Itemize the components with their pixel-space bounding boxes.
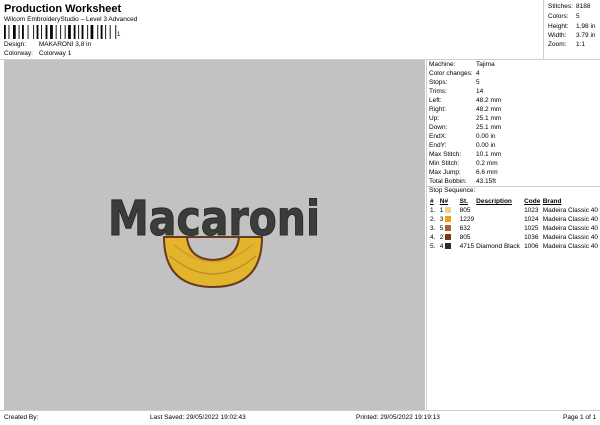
- colorway-label: Colorway:: [4, 50, 33, 57]
- color-swatch: [445, 234, 452, 241]
- printed-date: Printed: 29/05/2022 19:19:13: [356, 414, 440, 421]
- stop-sequence-title: Stop Sequence:: [429, 187, 476, 194]
- info-max-jump: Max Jump: 6.6 mm: [429, 169, 498, 176]
- worksheet-footer: Created By: Last Saved: 29/05/2022 19:02…: [0, 410, 600, 425]
- last-saved: Last Saved: 29/05/2022 19:02:43: [150, 414, 246, 421]
- info-down: Down: 25.1 mm: [429, 124, 502, 131]
- page-title: Production Worksheet: [4, 3, 122, 15]
- table-row: 4. 2 805 1036 Madeira Classic 40: [430, 234, 598, 241]
- info-trims: Trims: 14: [429, 88, 484, 95]
- barcode: [4, 25, 117, 39]
- stat-stitches: Stitches: 8188: [548, 3, 591, 10]
- info-left: Left: 48.2 mm: [429, 97, 502, 104]
- info-right: Right: 48.2 mm: [429, 106, 502, 113]
- machine-info-panel: Machine: Tajima Color changes: 4 Stops: 5 T…: [426, 60, 600, 410]
- design-value: MAKARONI 3,8 in: [38, 41, 92, 48]
- created-by: Created By:: [4, 414, 39, 421]
- col-stitches: St.: [459, 198, 468, 205]
- color-swatch: [445, 243, 452, 250]
- stop-sequence-table: # N# St. Description Code Brand 1. 1 805…: [429, 197, 599, 251]
- info-color-changes: Color changes: 4: [429, 70, 480, 77]
- col-code: Code: [524, 198, 541, 205]
- info-total-bobbin: Total Bobbin: 43.15ft: [429, 178, 496, 185]
- colorway-value: Colorway 1: [38, 50, 72, 57]
- table-row: 2. 3 1229 1024 Madeira Classic 40: [430, 216, 598, 223]
- colorway-row: Colorway: Colorway 1: [4, 50, 71, 57]
- stat-zoom: Zoom: 1:1: [548, 41, 586, 48]
- color-swatch: [445, 216, 452, 223]
- col-brand: Brand: [542, 198, 562, 205]
- stat-width: Width: 3.79 in: [548, 32, 596, 39]
- col-description: Description: [476, 198, 512, 205]
- info-endx: EndX: 0.00 in: [429, 133, 496, 140]
- color-swatch: [445, 207, 452, 214]
- design-row: Design: MAKARONI 3,8 in: [4, 41, 91, 48]
- software-subtitle: Wilcom EmbroideryStudio – Level 3 Advanc…: [4, 16, 138, 23]
- info-min-stitch: Min Stitch: 0.2 mm: [429, 160, 498, 167]
- table-header-row: # N# St. Description Code Brand: [429, 197, 599, 206]
- info-endy: EndY: 0.00 in: [429, 142, 496, 149]
- barcode-number: 1: [117, 32, 121, 38]
- stats-panel: Stitches: 8188 Colors: 5 Height: 1.98 in Wi…: [543, 0, 600, 60]
- info-stops: Stops: 5: [429, 79, 480, 86]
- worksheet-header: Production Worksheet Wilcom EmbroiderySt…: [0, 0, 542, 60]
- stat-height: Height: 1.98 in: [548, 23, 596, 30]
- design-lettering: Macaroni: [108, 191, 320, 247]
- info-max-stitch: Max Stitch: 10.1 mm: [429, 151, 502, 158]
- design-label: Design:: [4, 41, 27, 48]
- color-swatch: [445, 225, 452, 232]
- info-up: Up: 25.1 mm: [429, 115, 502, 122]
- info-machine: Machine: Tajima: [429, 61, 495, 68]
- col-needle: N#: [439, 198, 449, 205]
- table-row: 1. 1 805 1023 Madeira Classic 40: [430, 207, 598, 214]
- table-row: 5. 4 4715 Diamond Black 1006 Madeira Cla…: [430, 243, 598, 250]
- embroidery-design: Macaroni: [108, 191, 321, 289]
- col-num: #: [430, 198, 434, 205]
- design-preview: Macaroni: [4, 60, 425, 410]
- stat-colors: Colors: 5: [548, 13, 580, 20]
- table-row: 3. 5 632 1025 Madeira Classic 40: [430, 225, 598, 232]
- page-number: Page 1 of 1: [563, 414, 597, 421]
